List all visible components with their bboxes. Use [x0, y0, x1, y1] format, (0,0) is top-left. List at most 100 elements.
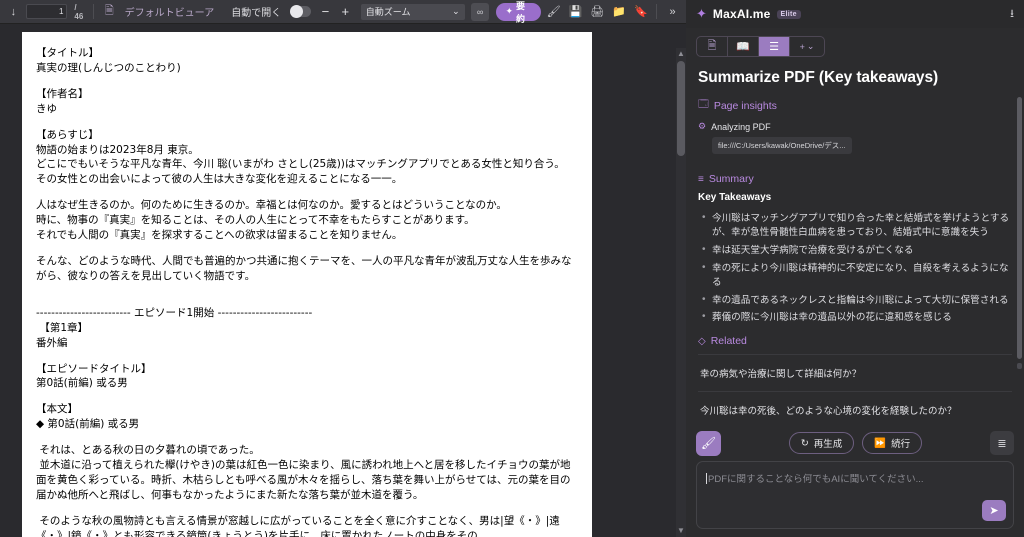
- pdf-line-gap: [36, 432, 580, 443]
- print-icon[interactable]: 🖨: [588, 3, 607, 21]
- summarize-button[interactable]: ✦ 要約: [496, 1, 542, 24]
- tab-add-new[interactable]: + ⌄: [790, 37, 824, 56]
- pdf-text-line: その女性との出会いによって彼の人生は大きな変化を迎えることになる一一。: [36, 173, 403, 186]
- analyzing-status: ⚙ Analyzing PDF: [698, 121, 1012, 132]
- maxai-body: 🗎 📖 ☰ + ⌄ Summarize PDF (Key takeaways): [686, 28, 1024, 537]
- pdf-text-line: それは、とある秋の日の夕暮れの頃であった。: [36, 444, 260, 457]
- tab-summary[interactable]: ☰: [759, 37, 790, 56]
- pdf-scroll-area[interactable]: 【タイトル】 真実の理(しんじつのことわり) 【作者名】 きゆ 【あらすじ】 物語の始まり…: [0, 24, 686, 537]
- zoom-level-select[interactable]: 自動ズーム ⌄: [360, 3, 465, 20]
- pdf-text-line: 時に、物事の『真実』を知ることは、その人の人生にとって不幸をもたらすことがありま…: [36, 214, 475, 227]
- gear-icon: ⚙: [698, 121, 707, 131]
- pdf-line-gap: [36, 284, 580, 295]
- elite-badge: Elite: [776, 9, 801, 19]
- key-takeaway-item: 幸の死により今川聡は精神的に不安定になり、自殺を考えるようになる: [698, 261, 1012, 290]
- fast-forward-icon: ⏩: [874, 437, 887, 449]
- sparkle-logo-icon: ✦: [696, 6, 707, 21]
- pdf-text-line: 真実の理(しんじつのことわり): [36, 61, 181, 74]
- sparkle-icon: ✦: [505, 6, 514, 16]
- document-icon: 🗎: [707, 40, 717, 52]
- regenerate-button[interactable]: ↻ 再生成: [788, 432, 855, 454]
- pdf-text-line: どこにでもいそうな平凡な青年、今川 聡(いまがわ さとし(25歳))はマッチング…: [36, 158, 565, 171]
- auto-open-label: 自動で開く: [231, 8, 282, 19]
- panel-tabs-row: 🗎 📖 ☰ + ⌄: [686, 28, 1024, 61]
- settings-button[interactable]: ≣: [990, 431, 1014, 455]
- chat-input-box[interactable]: PDFに関することなら何でもAIに聞いてください... ➤: [696, 461, 1014, 529]
- related-question-item[interactable]: 今川聡は幸の死後、どのような心境の変化を経験したのか？: [698, 391, 1012, 425]
- action-center-buttons: ↻ 再生成 ⏩ 続行: [788, 432, 923, 454]
- page-insights-section-header: 🗔 Page insights: [698, 97, 1012, 114]
- download-icon[interactable]: ↓: [4, 3, 23, 21]
- pdf-viewer-pane: ↓ 1 / 46 🗎 デフォルトビューア 自動で開く − + 自動ズーム ⌄ ∞…: [0, 0, 686, 537]
- key-takeaway-item: 今川聡はマッチングアプリで知り合った幸と結婚式を挙げようとするが、幸が急性骨髄性…: [698, 211, 1012, 240]
- scroll-up-arrow-icon[interactable]: ▲: [676, 48, 686, 60]
- pdf-text-line: それでも人間の『真実』を探求することへの欲求は留まることを知りません。: [36, 229, 403, 242]
- pdf-text-line: 【作者名】: [36, 87, 89, 100]
- key-takeaway-item: 葬儀の際に今川聡は幸の遺品以外の花に違和感を感じる: [698, 310, 1012, 325]
- tab-read[interactable]: 📖: [728, 37, 759, 56]
- refresh-icon: ↻: [800, 437, 809, 449]
- zoom-level-value: 自動ズーム: [365, 7, 411, 17]
- related-section-header: ◇ Related: [698, 335, 1012, 347]
- pdf-line-gap: [36, 76, 580, 87]
- pdf-scroll-thumb[interactable]: [677, 61, 685, 156]
- app-root: ↓ 1 / 46 🗎 デフォルトビューア 自動で開く − + 自動ズーム ⌄ ∞…: [0, 0, 1024, 537]
- pdf-text-line: そんな、どのような時代、人間でも普遍的かつ共通に抱くテーマを、一人の平凡な青年が…: [36, 254, 572, 282]
- summary-section-label: Summary: [708, 173, 754, 185]
- maxai-panel: ✦ MaxAI.me Elite ⭳ 🗎 📖 ☰ + ⌄ Summarize P…: [686, 0, 1024, 537]
- chat-input-placeholder: PDFに関することなら何でもAIに聞いてください...: [708, 474, 924, 485]
- summary-content-scroll[interactable]: Summarize PDF (Key takeaways) 🗔 Page ins…: [686, 61, 1024, 425]
- zoom-in-button[interactable]: +: [337, 4, 354, 19]
- key-takeaway-item: 幸の遺品であるネックレスと指輪は今川聡によって大切に保管される: [698, 293, 1012, 308]
- link-icon[interactable]: ∞: [470, 2, 490, 21]
- pdf-text-line: 人はなぜ生きるのか。何のために生きるのか。幸福とは何なのか。愛するとはどういうこ…: [36, 199, 507, 212]
- open-file-icon[interactable]: 📁: [610, 3, 629, 21]
- monitor-icon: 🗔: [698, 99, 709, 110]
- pdf-line-gap: [36, 391, 580, 402]
- key-takeaway-item: 幸は延天堂大学病院で治療を受けるが亡くなる: [698, 243, 1012, 258]
- toolbar-divider: [92, 4, 94, 19]
- pdf-file-icon: 🗎: [104, 5, 114, 17]
- pdf-text-line: きゆ: [36, 102, 57, 115]
- summary-title: Summarize PDF (Key takeaways): [698, 69, 939, 86]
- continue-button[interactable]: ⏩ 続行: [862, 432, 923, 454]
- page-number-input[interactable]: 1: [25, 4, 68, 19]
- save-icon[interactable]: 💾: [566, 3, 585, 21]
- pdf-line-gap: [36, 187, 580, 198]
- pdf-line-gap: [36, 117, 580, 128]
- scroll-down-arrow-icon[interactable]: ▼: [676, 525, 686, 537]
- panel-vertical-scrollbar[interactable]: [1017, 97, 1022, 425]
- pdf-vertical-scrollbar[interactable]: ▲ ▼: [676, 48, 686, 537]
- more-tools-icon[interactable]: »: [663, 3, 682, 21]
- pdf-line-gap: [36, 503, 580, 514]
- send-icon: ➤: [989, 505, 999, 517]
- bookmark-icon[interactable]: 🔖: [631, 3, 650, 21]
- pdf-page-content: 【タイトル】 真実の理(しんじつのことわり) 【作者名】 きゆ 【あらすじ】 物語の始まり…: [22, 32, 592, 537]
- key-takeaways-list: 今川聡はマッチングアプリで知り合った幸と結婚式を挙げようとするが、幸が急性骨髄性…: [698, 211, 1012, 325]
- regenerate-label: 再生成: [813, 439, 843, 450]
- sliders-icon: ≣: [997, 437, 1007, 450]
- layers-icon: ◇: [698, 335, 706, 347]
- panel-scroll-thumb[interactable]: [1017, 97, 1022, 359]
- summary-section-header: ≡ Summary: [698, 173, 1012, 185]
- pdf-text-line: ------------------------- エピソード1開始 -----…: [36, 306, 313, 319]
- brush-button[interactable]: 🖌: [696, 430, 721, 456]
- pdf-text-line: 物語の始まりは2023年8月 東京。: [36, 143, 199, 156]
- tab-document[interactable]: 🗎: [697, 37, 728, 56]
- pdf-toolbar: ↓ 1 / 46 🗎 デフォルトビューア 自動で開く − + 自動ズーム ⌄ ∞…: [0, 0, 686, 24]
- presentation-icon[interactable]: 🖌: [544, 3, 563, 21]
- panel-tab-group: 🗎 📖 ☰ + ⌄: [696, 36, 825, 57]
- related-questions-list: 幸の病気や治療に関して詳細は何か？ 今川聡は幸の死後、どのような心境の変化を経験し…: [698, 354, 1012, 425]
- chevron-down-icon: ⌄: [806, 41, 815, 51]
- toolbar-divider-2: [656, 4, 658, 19]
- page-insights-label: Page insights: [713, 99, 777, 112]
- text-caret: [706, 473, 707, 484]
- zoom-out-button[interactable]: −: [317, 4, 334, 19]
- auto-open-toggle[interactable]: [290, 5, 311, 18]
- pdf-line-gap: [36, 243, 580, 254]
- download-icon[interactable]: ⭳: [1010, 5, 1014, 24]
- send-button[interactable]: ➤: [982, 500, 1006, 521]
- file-path-chip: file:///C:/Users/kawak/OneDrive/デス...: [712, 137, 852, 154]
- brush-icon: 🖌: [700, 436, 717, 450]
- related-question-item[interactable]: 幸の病気や治療に関して詳細は何か？: [698, 354, 1012, 391]
